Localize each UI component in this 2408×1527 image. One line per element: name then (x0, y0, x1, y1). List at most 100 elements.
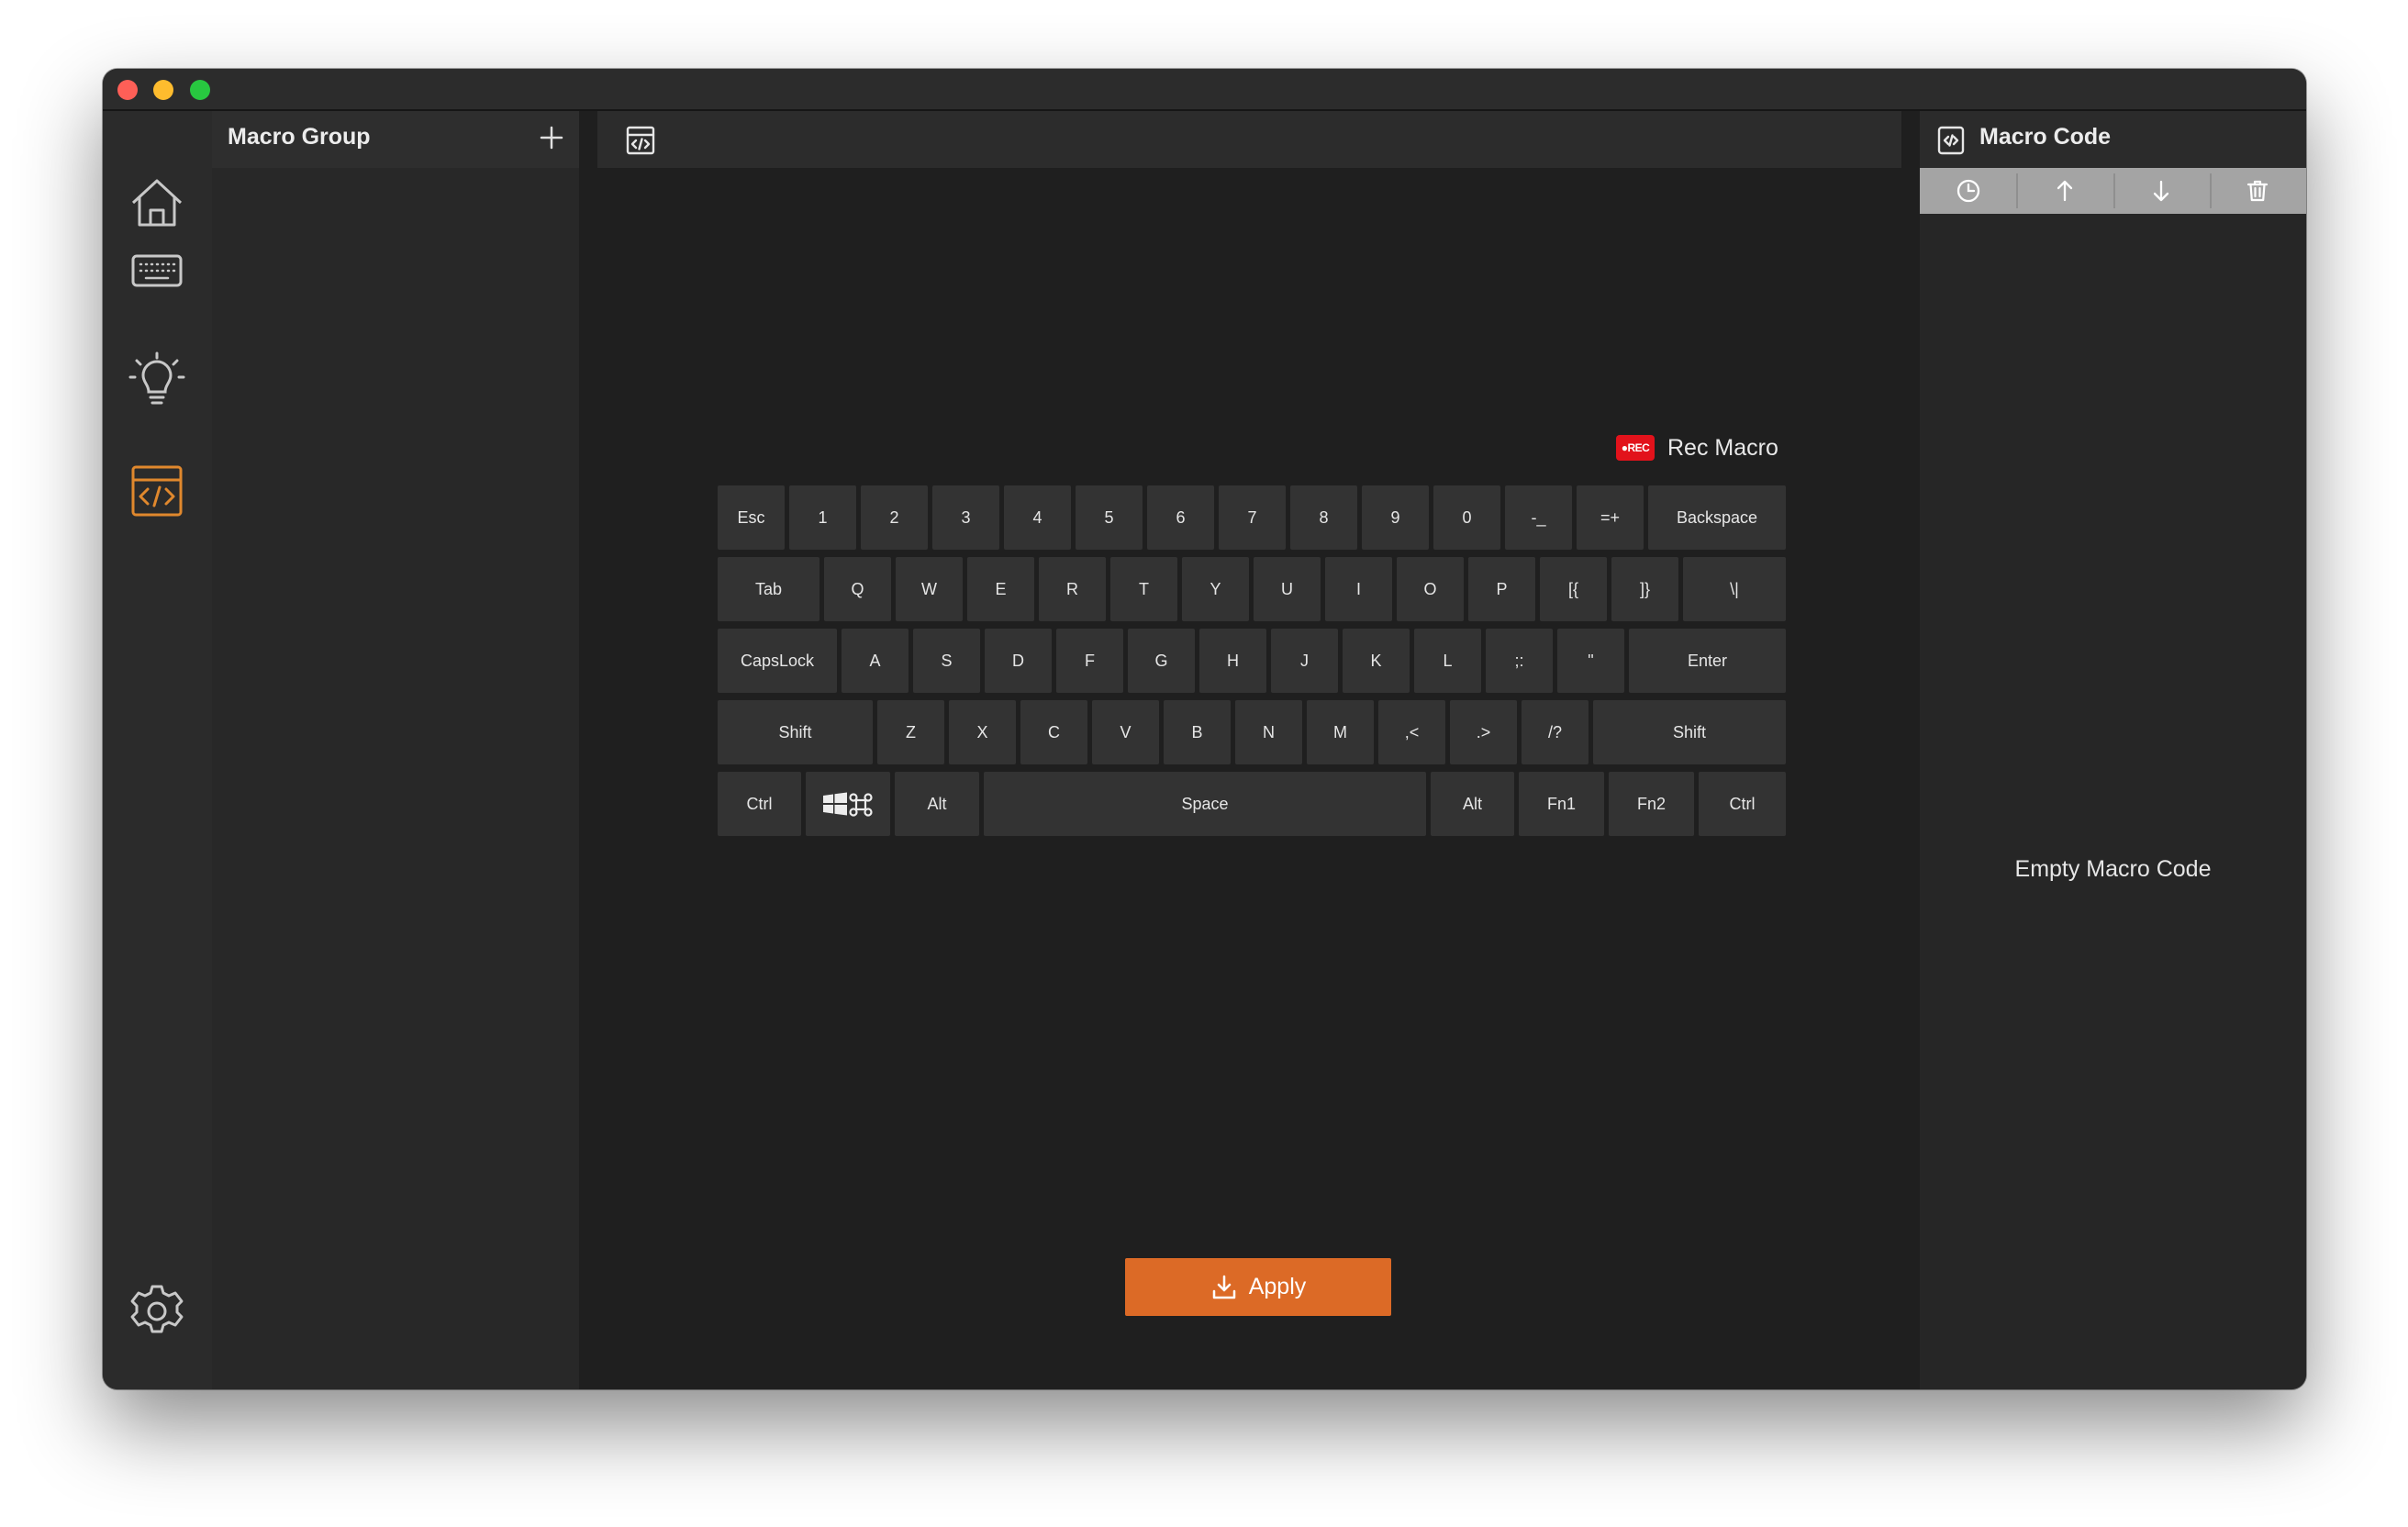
arrow-up-icon (2057, 180, 2073, 202)
key-5[interactable]: 5 (1076, 485, 1143, 550)
macro-code-header: Macro Code (1920, 111, 2306, 168)
key-semicolon[interactable]: ;: (1486, 629, 1553, 693)
key-w[interactable]: W (896, 557, 963, 621)
keyboard-icon[interactable] (128, 241, 186, 300)
close-window-button[interactable] (117, 80, 138, 100)
key-right-ctrl[interactable]: Ctrl (1699, 772, 1786, 836)
macro-group-title: Macro Group (228, 124, 371, 150)
title-bar (103, 69, 2306, 111)
gear-icon[interactable] (128, 1282, 186, 1341)
key-z[interactable]: Z (877, 700, 944, 764)
key-left-bracket[interactable]: [{ (1540, 557, 1607, 621)
key-backslash[interactable]: \| (1683, 557, 1786, 621)
key-equals[interactable]: =+ (1577, 485, 1644, 550)
key-9[interactable]: 9 (1362, 485, 1429, 550)
insert-delay-button[interactable] (1920, 168, 2016, 214)
keyboard-layout: Esc 1 2 3 4 5 6 7 8 9 0 -_ =+ Backspace … (718, 485, 1788, 839)
key-x[interactable]: X (949, 700, 1016, 764)
key-j[interactable]: J (1271, 629, 1338, 693)
key-p[interactable]: P (1468, 557, 1535, 621)
macro-code-panel: Macro Code Empty Macro Code (1920, 111, 2306, 1389)
key-quote[interactable]: " (1557, 629, 1624, 693)
rec-macro-button[interactable]: ●REC Rec Macro (1616, 429, 1778, 466)
key-1[interactable]: 1 (789, 485, 856, 550)
key-l[interactable]: L (1414, 629, 1481, 693)
key-u[interactable]: U (1254, 557, 1321, 621)
move-up-button[interactable] (2016, 168, 2113, 214)
key-h[interactable]: H (1199, 629, 1266, 693)
macro-code-title: Macro Code (1979, 124, 2112, 150)
key-backspace[interactable]: Backspace (1648, 485, 1786, 550)
key-3[interactable]: 3 (932, 485, 999, 550)
macro-code-toolbar (1920, 168, 2306, 214)
key-left-shift[interactable]: Shift (718, 700, 873, 764)
app-window: Macro Group ●REC Rec Macro Esc 1 2 3 4 5… (103, 69, 2306, 1389)
key-k[interactable]: K (1343, 629, 1410, 693)
key-v[interactable]: V (1092, 700, 1159, 764)
zoom-window-button[interactable] (190, 80, 210, 100)
apply-button[interactable]: Apply (1125, 1258, 1391, 1316)
key-capslock[interactable]: CapsLock (718, 629, 837, 693)
key-period[interactable]: .> (1450, 700, 1517, 764)
key-b[interactable]: B (1164, 700, 1231, 764)
macro-group-header: Macro Group (212, 111, 579, 168)
key-d[interactable]: D (985, 629, 1052, 693)
key-6[interactable]: 6 (1147, 485, 1214, 550)
rec-badge: ●REC (1616, 435, 1655, 461)
arrow-down-icon (2153, 180, 2169, 202)
key-4[interactable]: 4 (1004, 485, 1071, 550)
key-7[interactable]: 7 (1219, 485, 1286, 550)
macro-group-panel: Macro Group (212, 111, 579, 1389)
minimize-window-button[interactable] (153, 80, 173, 100)
trash-icon (2247, 180, 2269, 202)
key-right-bracket[interactable]: ]} (1611, 557, 1678, 621)
key-tab[interactable]: Tab (718, 557, 819, 621)
delete-button[interactable] (2209, 168, 2306, 214)
apply-label: Apply (1248, 1274, 1307, 1299)
key-fn2[interactable]: Fn2 (1609, 772, 1694, 836)
key-left-ctrl[interactable]: Ctrl (718, 772, 801, 836)
download-icon (1212, 1275, 1235, 1299)
key-g[interactable]: G (1128, 629, 1195, 693)
key-slash[interactable]: /? (1522, 700, 1589, 764)
key-0[interactable]: 0 (1433, 485, 1500, 550)
key-esc[interactable]: Esc (718, 485, 785, 550)
key-right-shift[interactable]: Shift (1593, 700, 1786, 764)
key-o[interactable]: O (1397, 557, 1464, 621)
key-y[interactable]: Y (1182, 557, 1249, 621)
move-down-button[interactable] (2113, 168, 2210, 214)
lighting-bulb-icon[interactable] (128, 351, 186, 410)
add-group-button[interactable] (537, 123, 566, 152)
key-m[interactable]: M (1307, 700, 1374, 764)
key-q[interactable]: Q (824, 557, 891, 621)
code-window-icon (625, 125, 656, 156)
key-f[interactable]: F (1056, 629, 1123, 693)
editor-header (597, 111, 1901, 168)
key-c[interactable]: C (1020, 700, 1087, 764)
key-win-cmd[interactable] (806, 772, 890, 836)
key-2[interactable]: 2 (861, 485, 928, 550)
clock-icon (1956, 179, 1979, 203)
windows-command-icon (823, 792, 873, 817)
key-i[interactable]: I (1325, 557, 1392, 621)
key-left-alt[interactable]: Alt (895, 772, 979, 836)
macro-code-file-icon (1935, 125, 1967, 156)
key-fn1[interactable]: Fn1 (1519, 772, 1604, 836)
key-space[interactable]: Space (984, 772, 1426, 836)
key-a[interactable]: A (842, 629, 909, 693)
key-right-alt[interactable]: Alt (1431, 772, 1514, 836)
key-e[interactable]: E (967, 557, 1034, 621)
key-comma[interactable]: ,< (1378, 700, 1445, 764)
empty-macro-code-text: Empty Macro Code (2014, 856, 2212, 882)
nav-sidebar (103, 111, 212, 1389)
key-t[interactable]: T (1110, 557, 1177, 621)
key-enter[interactable]: Enter (1629, 629, 1786, 693)
key-minus[interactable]: -_ (1505, 485, 1572, 550)
macro-code-icon[interactable] (128, 462, 186, 520)
key-s[interactable]: S (913, 629, 980, 693)
key-8[interactable]: 8 (1290, 485, 1357, 550)
rec-macro-label: Rec Macro (1667, 434, 1778, 461)
key-n[interactable]: N (1235, 700, 1302, 764)
home-icon[interactable] (128, 173, 186, 232)
key-r[interactable]: R (1039, 557, 1106, 621)
